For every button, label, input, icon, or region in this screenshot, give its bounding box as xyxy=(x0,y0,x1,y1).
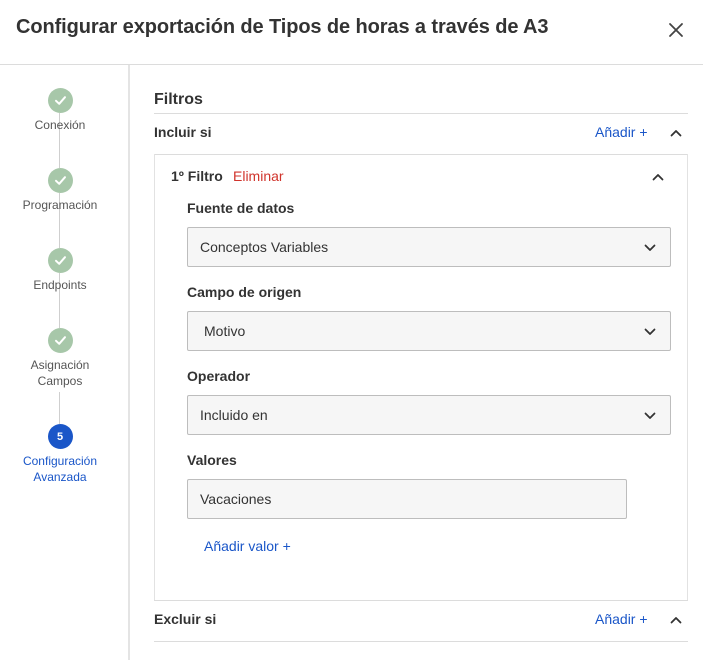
step-label-line: Configuración xyxy=(22,454,98,468)
source-select[interactable]: Conceptos Variables xyxy=(187,227,671,267)
dialog-header: Configurar exportación de Tipos de horas… xyxy=(0,0,703,65)
dialog-title: Configurar exportación de Tipos de horas… xyxy=(16,16,549,38)
step-label: Endpoints xyxy=(33,278,87,292)
source-label: Fuente de datos xyxy=(187,200,295,216)
chevron-down-icon xyxy=(643,325,657,339)
chevron-down-icon xyxy=(643,409,657,423)
step-label: Configuración Avanzada xyxy=(0,453,120,485)
step-label-line: Avanzada xyxy=(33,470,87,484)
check-icon xyxy=(47,328,73,353)
check-icon xyxy=(47,248,73,273)
check-icon xyxy=(47,168,73,193)
operator-label: Operador xyxy=(187,368,251,384)
divider xyxy=(154,113,688,114)
step-label: Conexión xyxy=(34,118,86,132)
input-value: Vacaciones xyxy=(200,491,272,507)
step-asignacion-campos[interactable]: Asignación Campos xyxy=(0,328,120,389)
step-endpoints[interactable]: Endpoints xyxy=(0,248,120,293)
include-add-link[interactable]: Añadir + xyxy=(595,124,648,140)
select-value: Incluido en xyxy=(200,407,268,423)
chevron-up-icon[interactable] xyxy=(669,126,683,140)
divider xyxy=(154,641,688,642)
exclude-label: Excluir si xyxy=(154,611,217,627)
add-value-link[interactable]: Añadir valor + xyxy=(204,538,291,554)
step-connector xyxy=(59,392,60,424)
step-configuracion-avanzada[interactable]: 5 Configuración Avanzada xyxy=(0,424,120,485)
divider xyxy=(154,600,688,601)
section-title: Filtros xyxy=(154,91,203,108)
step-number-badge: 5 xyxy=(47,424,73,449)
chevron-up-icon[interactable] xyxy=(669,613,683,627)
step-conexion[interactable]: Conexión xyxy=(0,88,120,133)
exclude-add-link[interactable]: Añadir + xyxy=(595,611,648,627)
step-label: Asignación Campos xyxy=(0,357,120,389)
step-label-line: Campos xyxy=(37,374,83,388)
values-input[interactable]: Vacaciones xyxy=(187,479,627,519)
origin-label: Campo de origen xyxy=(187,284,302,300)
chevron-up-icon[interactable] xyxy=(651,170,665,184)
step-programacion[interactable]: Programación xyxy=(0,168,120,213)
chevron-down-icon xyxy=(643,241,657,255)
delete-filter-link[interactable]: Eliminar xyxy=(233,168,284,184)
check-icon xyxy=(47,88,73,113)
operator-select[interactable]: Incluido en xyxy=(187,395,671,435)
select-value: Conceptos Variables xyxy=(200,239,329,255)
filter-title: 1º Filtro xyxy=(171,168,223,184)
step-label-line: Asignación xyxy=(30,358,90,372)
close-icon[interactable] xyxy=(664,18,688,42)
select-value: Motivo xyxy=(204,323,246,339)
include-label: Incluir si xyxy=(154,124,212,140)
origin-select[interactable]: Motivo xyxy=(187,311,671,351)
values-label: Valores xyxy=(187,452,237,468)
step-label: Programación xyxy=(22,198,98,212)
